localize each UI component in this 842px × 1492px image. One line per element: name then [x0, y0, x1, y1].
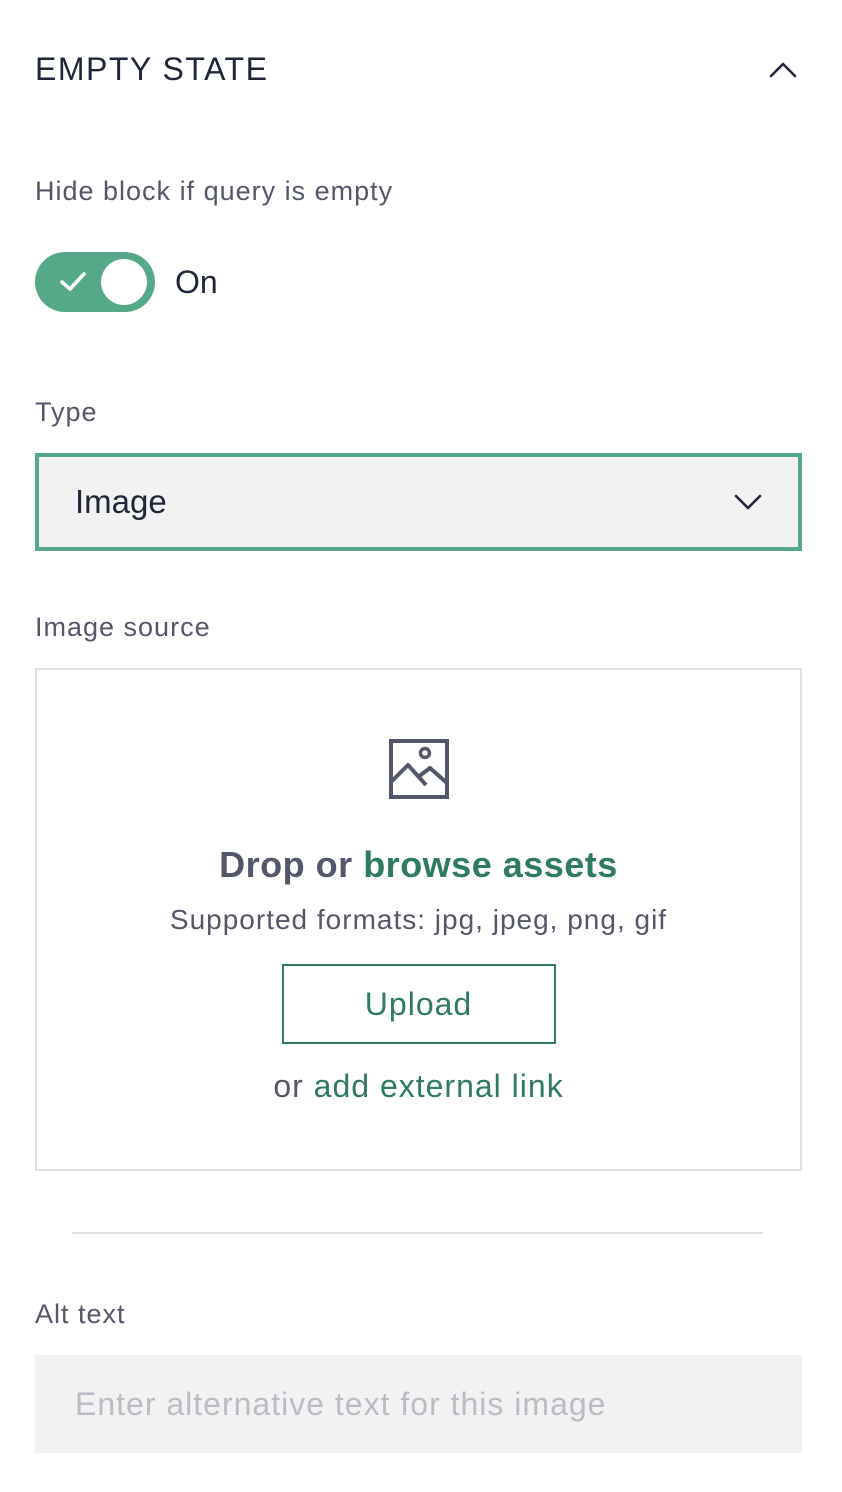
image-source-label: Image source — [35, 612, 211, 642]
check-icon — [60, 272, 86, 291]
empty-state-panel: EMPTY STATE Hide block if query is empty… — [0, 0, 842, 1492]
toggle-knob — [101, 259, 147, 305]
chevron-down-icon — [734, 494, 762, 510]
divider — [72, 1232, 763, 1234]
hide-block-toggle-row: On — [35, 252, 218, 312]
external-prefix: or — [273, 1068, 304, 1104]
type-select[interactable]: Image — [35, 453, 802, 551]
type-select-value: Image — [75, 483, 167, 520]
image-icon — [388, 739, 449, 799]
section-header[interactable]: EMPTY STATE — [35, 48, 801, 90]
collapse-button[interactable] — [765, 51, 801, 87]
alt-text-label: Alt text — [35, 1299, 126, 1329]
toggle-state-label: On — [175, 263, 218, 300]
alt-text-input[interactable] — [35, 1355, 802, 1453]
hide-block-toggle[interactable] — [35, 252, 155, 312]
section-title: EMPTY STATE — [35, 50, 269, 87]
type-label: Type — [35, 397, 98, 427]
drop-instructions: Drop or browse assets — [219, 844, 618, 886]
image-dropzone[interactable]: Drop or browse assets Supported formats:… — [35, 668, 802, 1171]
browse-assets-link[interactable]: browse assets — [363, 844, 618, 885]
hide-block-label: Hide block if query is empty — [35, 176, 394, 206]
external-link-line: or add external link — [273, 1068, 563, 1105]
drop-prefix: Drop or — [219, 844, 353, 885]
supported-formats: Supported formats: jpg, jpeg, png, gif — [169, 904, 668, 935]
chevron-up-icon — [769, 62, 797, 78]
add-external-link[interactable]: add external link — [314, 1068, 564, 1104]
upload-button[interactable]: Upload — [281, 964, 556, 1044]
